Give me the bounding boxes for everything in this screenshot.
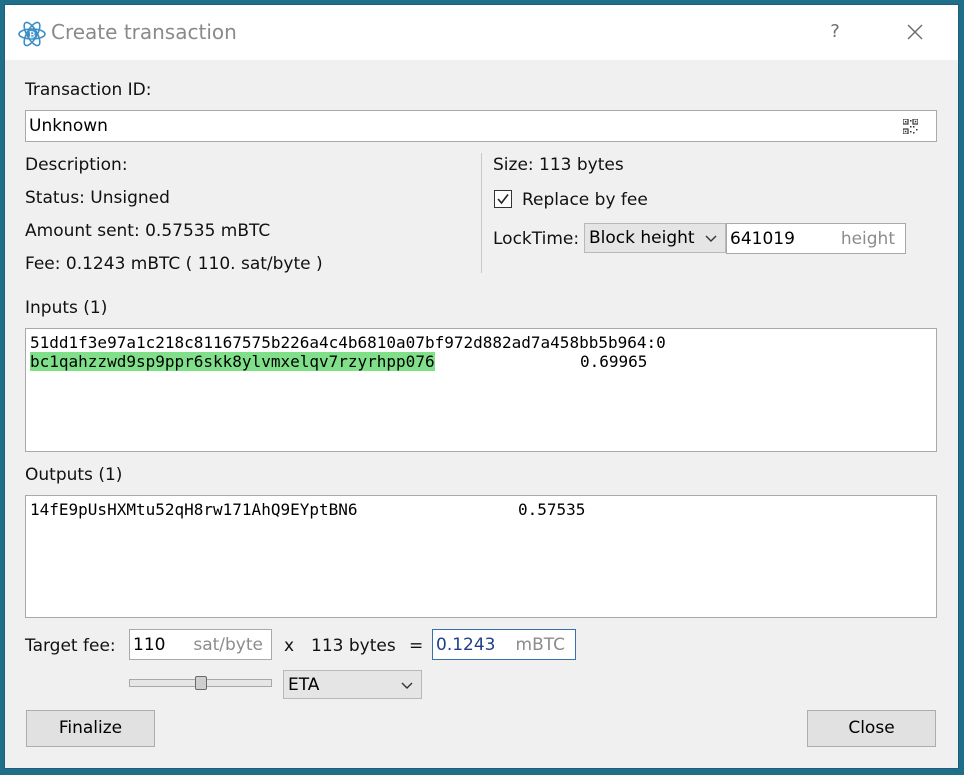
inputs-label: Inputs (1)	[25, 298, 108, 318]
input-prevout: 51dd1f3e97a1c218c81167575b226a4c4b6810a0…	[30, 333, 666, 352]
amount-sent-text: Amount sent: 0.57535 mBTC	[25, 221, 271, 241]
input-address: bc1qahzzwd9sp9ppr6skk8ylvmxelqv7rzyrhpp0…	[30, 352, 435, 371]
window-close-button[interactable]	[891, 15, 939, 49]
txid-value: Unknown	[29, 116, 108, 136]
title-bar: ₿ Create transaction ?	[5, 5, 958, 60]
fee-row-size: 113 bytes	[311, 636, 396, 656]
fee-amount-unit: mBTC	[515, 635, 565, 655]
locktime-type-dropdown[interactable]: Block height	[584, 223, 726, 253]
svg-text:₿: ₿	[29, 31, 36, 40]
window-title: Create transaction	[51, 20, 237, 44]
output-address: 14fE9pUsHXMtu52qH8rw171AhQ9EYptBN6	[30, 500, 358, 519]
replace-by-fee-checkbox[interactable]	[494, 190, 512, 208]
fee-amount-value: 0.1243	[436, 635, 496, 655]
create-transaction-dialog: ₿ Create transaction ? Transaction ID: U…	[5, 5, 958, 768]
outputs-label: Outputs (1)	[25, 465, 123, 485]
locktime-unit: height	[840, 229, 895, 249]
times-sign: x	[284, 636, 295, 656]
fee-mode-value: ETA	[288, 675, 320, 695]
locktime-value: 641019	[730, 229, 795, 249]
outputs-textbox[interactable]: 14fE9pUsHXMtu52qH8rw171AhQ9EYptBN6 0.575…	[25, 495, 937, 618]
finalize-button[interactable]: Finalize	[26, 710, 155, 747]
locktime-input[interactable]: 641019 height	[726, 223, 906, 254]
output-amount: 0.57535	[518, 500, 586, 519]
close-icon	[907, 24, 923, 40]
fee-text: Fee: 0.1243 mBTC ( 110. sat/byte )	[25, 254, 323, 274]
description-label: Description:	[25, 155, 128, 175]
size-text: Size: 113 bytes	[493, 155, 624, 175]
close-button[interactable]: Close	[807, 710, 936, 747]
target-fee-label: Target fee:	[25, 636, 116, 656]
txid-label: Transaction ID:	[25, 80, 152, 100]
locktime-type-value: Block height	[589, 228, 695, 248]
locktime-label: LockTime:	[493, 229, 580, 249]
chevron-down-icon	[401, 682, 413, 689]
qr-code-icon[interactable]	[903, 119, 918, 134]
checkmark-icon	[497, 194, 509, 205]
details-divider	[481, 153, 482, 273]
fee-amount-input[interactable]: 0.1243 mBTC	[432, 629, 576, 660]
electrum-logo-icon: ₿	[18, 21, 46, 47]
inputs-textbox[interactable]: 51dd1f3e97a1c218c81167575b226a4c4b6810a0…	[25, 328, 937, 452]
fee-rate-input[interactable]: 110 sat/byte	[129, 629, 272, 660]
replace-by-fee-label[interactable]: Replace by fee	[522, 190, 648, 210]
chevron-down-icon	[705, 235, 717, 242]
fee-rate-unit: sat/byte	[193, 635, 263, 655]
input-amount: 0.69965	[580, 352, 648, 371]
fee-mode-dropdown[interactable]: ETA	[283, 670, 422, 699]
fee-rate-value: 110	[133, 635, 166, 655]
txid-field[interactable]: Unknown	[25, 110, 937, 142]
equals-sign: =	[409, 636, 424, 656]
status-text: Status: Unsigned	[25, 188, 170, 208]
help-button[interactable]: ?	[811, 15, 859, 49]
fee-slider-handle[interactable]	[194, 676, 207, 690]
